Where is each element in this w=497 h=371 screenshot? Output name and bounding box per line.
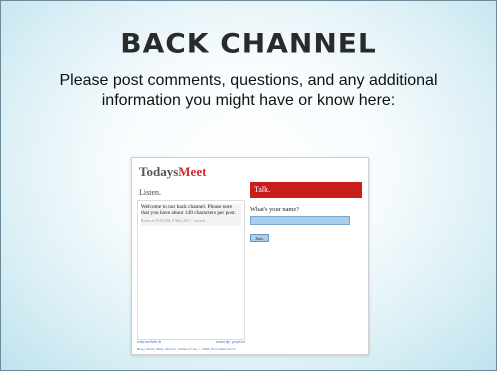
name-prompt: What's your name?: [250, 206, 300, 213]
room-url-link[interactable]: today.ms/bshs ⚙: [137, 340, 161, 344]
todaysmeet-logo: TodaysMeet: [139, 164, 206, 180]
message-list[interactable]: Welcome to our back channel. Please note…: [137, 200, 245, 340]
site-footer[interactable]: Blog | About | Help | Privacy | Terms of…: [137, 347, 236, 351]
slide-subtitle: Please post comments, questions, and any…: [59, 72, 438, 109]
presentation-slide: BACK CHANNEL Please post comments, quest…: [0, 0, 497, 371]
join-button[interactable]: Join.: [250, 234, 269, 242]
welcome-message: Welcome to our back channel. Please note…: [141, 204, 241, 226]
listen-heading: Listen.: [139, 188, 161, 197]
message-timestamp: Room at 10:24 AM, 8 May 2013 · on web: [141, 218, 205, 223]
welcome-text: Welcome to our back channel. Please note…: [141, 204, 236, 217]
logo-todays: Todays: [139, 164, 179, 179]
logo-meet: Meet: [178, 164, 207, 179]
name-input[interactable]: [250, 216, 350, 225]
slide-title: BACK CHANNEL: [120, 27, 377, 60]
todaysmeet-screenshot: TodaysMeet Listen. Welcome to our back c…: [131, 157, 369, 355]
transcript-projector-links[interactable]: transcript | projector: [216, 340, 245, 344]
room-links: today.ms/bshs ⚙ transcript | projector: [137, 340, 245, 344]
talk-header: Talk.: [250, 182, 362, 198]
